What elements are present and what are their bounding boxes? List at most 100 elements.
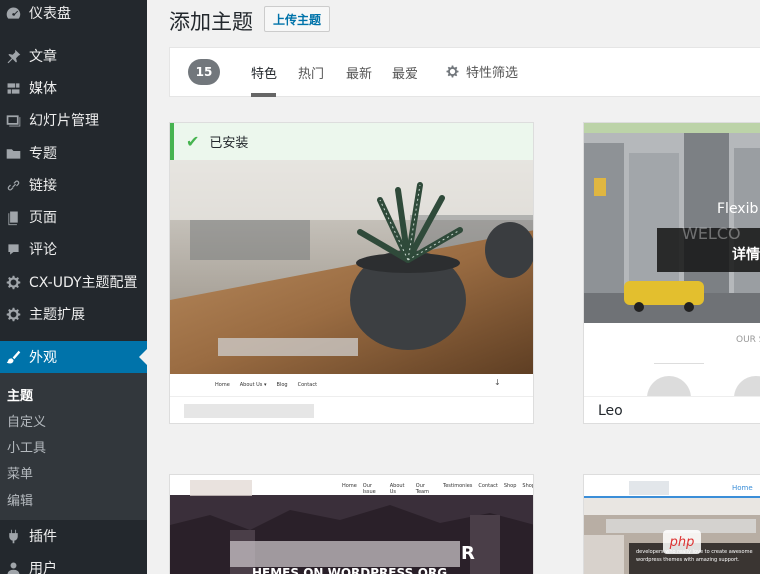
theme-screenshot xyxy=(170,160,533,374)
slides-icon xyxy=(4,111,22,129)
preview-nav-item: Shop xyxy=(503,483,517,489)
sidebar-item-posts[interactable]: 文章 xyxy=(0,40,147,72)
preview-nav-item: Our Team xyxy=(415,483,429,495)
submenu-item-menus[interactable]: 菜单 xyxy=(7,463,33,482)
preview-nav-item: Shop xyxy=(522,483,534,489)
sidebar-item-topics[interactable]: 专题 xyxy=(0,137,147,169)
pin-icon xyxy=(4,47,22,65)
preview-hero-text: Flexib xyxy=(717,201,759,217)
submenu-item-themes[interactable]: 主题 xyxy=(7,385,33,404)
pixelated-theme-name xyxy=(184,403,314,418)
theme-name-area xyxy=(170,396,533,423)
preview-text-line: wordpress themes with amazing support. xyxy=(636,557,740,563)
sidebar-item-label: 仪表盘 xyxy=(29,6,71,22)
theme-card[interactable]: Flexib WELCO 详情 OUR S Leo xyxy=(583,122,760,424)
preview-nav-item: Testimonies xyxy=(442,483,473,489)
pixelated-hero-title xyxy=(230,541,460,567)
preview-nav-item: Our Issue xyxy=(362,483,376,495)
theme-card[interactable]: Home developers who really love to creat… xyxy=(583,474,760,574)
sidebar-item-label: 专题 xyxy=(29,146,57,162)
arrow-down-icon: ↓ xyxy=(494,378,501,387)
theme-screenshot: Home developers who really love to creat… xyxy=(584,475,760,574)
theme-details-label: 详情 xyxy=(732,247,760,263)
gear-icon xyxy=(4,273,22,291)
preview-hero-text: R xyxy=(461,543,475,564)
sidebar-item-label: 媒体 xyxy=(29,81,57,97)
preview-nav-item: Home xyxy=(215,382,230,388)
preview-nav-item: About Us xyxy=(389,483,405,495)
sidebar-item-pages[interactable]: 页面 xyxy=(0,201,147,233)
installed-label: 已安装 xyxy=(209,136,249,151)
checkmark-icon: ✔ xyxy=(186,132,200,151)
sidebar-item-label: 外观 xyxy=(29,350,57,366)
link-icon xyxy=(4,176,22,194)
sidebar-item-cx-udy-config[interactable]: CX-UDY主题配置 xyxy=(0,266,147,298)
sidebar-item-plugins[interactable]: 插件 xyxy=(0,520,147,552)
theme-screenshot: Flexib WELCO 详情 OUR S xyxy=(584,123,760,396)
sidebar-item-users[interactable]: 用户 xyxy=(0,552,147,574)
sidebar-item-theme-extensions[interactable]: 主题扩展 xyxy=(0,298,147,330)
active-menu-arrow xyxy=(139,349,147,365)
page-title: 添加主题 xyxy=(169,10,253,34)
sidebar-item-label: 幻灯片管理 xyxy=(29,113,99,129)
gear-icon xyxy=(4,305,22,323)
submenu-item-customize[interactable]: 自定义 xyxy=(7,411,46,430)
sidebar-item-slides[interactable]: 幻灯片管理 xyxy=(0,104,147,136)
preview-nav-item: About Us ▾ xyxy=(239,382,267,388)
sidebar-item-label: 主题扩展 xyxy=(29,307,85,323)
theme-card[interactable]: ✔ 已安装 Home About Us ▾ Blog Contact ↓ xyxy=(169,122,534,424)
active-tab-indicator xyxy=(251,93,276,97)
tab-favorites[interactable]: 最爱 xyxy=(392,63,418,82)
preview-subtitle: HEMES ON WORDPRESS.ORG xyxy=(252,566,448,574)
folder-icon xyxy=(4,144,22,162)
theme-filter-bar: 15 特色 热门 最新 最爱 特性筛选 xyxy=(169,47,760,97)
user-icon xyxy=(4,559,22,574)
tab-popular[interactable]: 热门 xyxy=(298,63,324,82)
sidebar-item-label: 页面 xyxy=(29,210,57,226)
preview-nav-item: Home xyxy=(732,484,753,492)
appearance-submenu: 主题 自定义 小工具 菜单 编辑 xyxy=(0,373,147,520)
sidebar-item-links[interactable]: 链接 xyxy=(0,169,147,201)
sidebar-item-media[interactable]: 媒体 xyxy=(0,72,147,104)
upload-theme-button[interactable]: 上传主题 xyxy=(264,6,331,32)
pixelated-logo xyxy=(629,481,669,495)
feature-filter-button[interactable]: 特性筛选 xyxy=(445,62,518,81)
preview-overlay: WELCO 详情 xyxy=(657,224,760,272)
feature-filter-label: 特性筛选 xyxy=(466,66,519,81)
preview-nav-item: Home xyxy=(342,483,357,489)
sidebar-item-label: 插件 xyxy=(29,529,57,545)
sidebar-item-dashboard[interactable]: 仪表盘 xyxy=(0,0,147,29)
sidebar-item-label: 评论 xyxy=(29,242,57,258)
submenu-item-widgets[interactable]: 小工具 xyxy=(7,437,46,456)
theme-name-area: Leo xyxy=(584,396,760,423)
preview-welcome-text: WELCO xyxy=(682,224,741,243)
page-icon xyxy=(4,208,22,226)
theme-count-badge: 15 xyxy=(188,59,220,85)
installed-notice: ✔ 已安装 xyxy=(170,123,533,160)
pixelated-logo xyxy=(190,480,252,496)
pixelated-region xyxy=(218,338,358,356)
preview-nav-item: Contact xyxy=(297,382,318,388)
comment-icon xyxy=(4,240,22,258)
gear-icon xyxy=(446,65,459,78)
preview-nav-item: Contact xyxy=(478,483,498,489)
sidebar-item-appearance[interactable]: 外观 xyxy=(0,341,147,373)
plugin-icon xyxy=(4,527,22,545)
sidebar-item-label: 文章 xyxy=(29,49,57,65)
php-watermark: php xyxy=(663,530,701,554)
theme-screenshot: Home Our Issue About Us Our Team Testimo… xyxy=(170,475,534,574)
sidebar-item-comments[interactable]: 评论 xyxy=(0,233,147,265)
preview-section-title: OUR S xyxy=(736,335,760,345)
sidebar-item-label: 链接 xyxy=(29,178,57,194)
sidebar-item-label: 用户 xyxy=(29,561,57,574)
tab-featured[interactable]: 特色 xyxy=(251,63,277,82)
admin-sidebar: 仪表盘 文章 媒体 幻灯片管理 专题 链接 页面 评论 CX-UDY主题配置 主… xyxy=(0,0,147,574)
dashboard-icon xyxy=(4,4,22,22)
theme-card[interactable]: Home Our Issue About Us Our Team Testimo… xyxy=(169,474,534,574)
media-icon xyxy=(4,79,22,97)
sidebar-item-label: CX-UDY主题配置 xyxy=(29,275,138,291)
preview-nav-item: Blog xyxy=(276,382,288,388)
submenu-item-editor[interactable]: 编辑 xyxy=(7,490,33,509)
tab-latest[interactable]: 最新 xyxy=(346,63,372,82)
theme-preview-nav: Home About Us ▾ Blog Contact ↓ xyxy=(170,374,533,396)
